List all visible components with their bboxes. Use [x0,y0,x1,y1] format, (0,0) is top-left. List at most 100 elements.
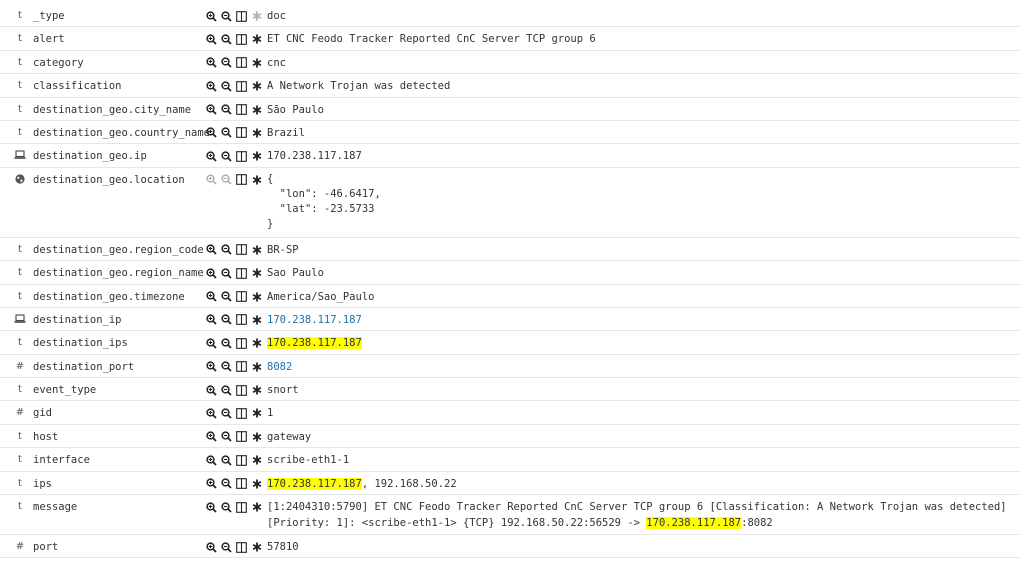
asterisk-icon[interactable] [249,361,264,373]
asterisk-icon[interactable] [249,127,264,139]
magnifier-plus-icon[interactable] [204,104,219,116]
columns-icon[interactable] [234,127,249,139]
columns-icon[interactable] [234,314,249,326]
asterisk-icon[interactable] [249,57,264,69]
magnifier-minus-icon[interactable] [219,174,234,186]
magnifier-plus-icon[interactable] [204,57,219,69]
columns-icon[interactable] [234,33,249,45]
field-row-destination-geo-location: destination_geo.location { "lon": -46.64… [0,168,1020,238]
magnifier-minus-icon[interactable] [219,541,234,553]
magnifier-minus-icon[interactable] [219,291,234,303]
asterisk-icon[interactable] [249,80,264,92]
field-value-text: [1:2404310:5790] ET CNC Feodo Tracker Re… [267,501,1013,530]
magnifier-minus-icon[interactable] [219,407,234,419]
magnifier-plus-icon[interactable] [204,174,219,186]
asterisk-icon[interactable] [249,291,264,303]
magnifier-plus-icon[interactable] [204,150,219,162]
field-row-port: # port 57810 [0,535,1020,559]
field-value-link[interactable]: 170.238.117.187 [267,314,1007,326]
magnifier-plus-icon[interactable] [204,291,219,303]
asterisk-icon[interactable] [249,33,264,45]
magnifier-plus-icon[interactable] [204,454,219,466]
asterisk-icon[interactable] [249,541,264,553]
columns-icon[interactable] [234,150,249,162]
magnifier-plus-icon[interactable] [204,33,219,45]
field-value: { "lon": -46.6417, "lat": -23.5733 } [267,173,381,231]
columns-icon[interactable] [234,501,249,513]
magnifier-minus-icon[interactable] [219,431,234,443]
magnifier-minus-icon[interactable] [219,244,234,256]
magnifier-minus-icon[interactable] [219,104,234,116]
magnifier-plus-icon[interactable] [204,267,219,279]
magnifier-minus-icon[interactable] [219,501,234,513]
columns-icon[interactable] [234,104,249,116]
field-value: 57810 [267,541,299,554]
magnifier-minus-icon[interactable] [219,361,234,373]
field-value-link[interactable]: 8082 [267,361,1007,373]
string-type-icon: t [18,430,22,442]
columns-icon[interactable] [234,407,249,419]
asterisk-icon[interactable] [249,314,264,326]
columns-icon[interactable] [234,384,249,396]
columns-icon[interactable] [234,10,249,22]
magnifier-plus-icon[interactable] [204,431,219,443]
string-type-icon: t [18,384,22,396]
asterisk-icon[interactable] [249,174,264,186]
magnifier-minus-icon[interactable] [219,454,234,466]
magnifier-minus-icon[interactable] [219,10,234,22]
magnifier-plus-icon[interactable] [204,407,219,419]
columns-icon[interactable] [234,244,249,256]
magnifier-minus-icon[interactable] [219,337,234,349]
magnifier-minus-icon[interactable] [219,80,234,92]
magnifier-minus-icon[interactable] [219,150,234,162]
asterisk-icon[interactable] [249,407,264,419]
magnifier-plus-icon[interactable] [204,244,219,256]
asterisk-icon[interactable] [249,337,264,349]
magnifier-minus-icon[interactable] [219,267,234,279]
asterisk-icon[interactable] [249,454,264,466]
columns-icon[interactable] [234,80,249,92]
magnifier-plus-icon[interactable] [204,478,219,490]
string-type-icon: t [18,267,22,279]
magnifier-plus-icon[interactable] [204,314,219,326]
columns-icon[interactable] [234,361,249,373]
columns-icon[interactable] [234,267,249,279]
asterisk-icon[interactable] [249,501,264,513]
columns-icon[interactable] [234,174,249,186]
magnifier-minus-icon[interactable] [219,127,234,139]
magnifier-minus-icon[interactable] [219,33,234,45]
asterisk-icon[interactable] [249,244,264,256]
asterisk-icon[interactable] [249,150,264,162]
field-value: 1 [267,407,274,420]
columns-icon[interactable] [234,454,249,466]
columns-icon[interactable] [234,337,249,349]
magnifier-plus-icon[interactable] [204,384,219,396]
field-row-destination-geo-ip: destination_geo.ip 170.238.117.187 [0,144,1020,168]
field-row-event-type: t event_type snort [0,378,1020,402]
asterisk-icon[interactable] [249,10,264,22]
asterisk-icon[interactable] [249,431,264,443]
laptop-icon [13,150,27,164]
magnifier-minus-icon[interactable] [219,314,234,326]
columns-icon[interactable] [234,478,249,490]
magnifier-plus-icon[interactable] [204,541,219,553]
magnifier-plus-icon[interactable] [204,501,219,513]
magnifier-plus-icon[interactable] [204,361,219,373]
columns-icon[interactable] [234,431,249,443]
magnifier-minus-icon[interactable] [219,57,234,69]
asterisk-icon[interactable] [249,267,264,279]
magnifier-minus-icon[interactable] [219,384,234,396]
asterisk-icon[interactable] [249,384,264,396]
asterisk-icon[interactable] [249,104,264,116]
magnifier-plus-icon[interactable] [204,127,219,139]
magnifier-plus-icon[interactable] [204,337,219,349]
magnifier-minus-icon[interactable] [219,478,234,490]
field-name: destination_geo.country_name [33,126,211,139]
magnifier-plus-icon[interactable] [204,10,219,22]
columns-icon[interactable] [234,291,249,303]
asterisk-icon[interactable] [249,478,264,490]
magnifier-plus-icon[interactable] [204,80,219,92]
columns-icon[interactable] [234,541,249,553]
field-row-message: t message [1:2404310:5790] ET CNC Feodo … [0,495,1020,536]
columns-icon[interactable] [234,57,249,69]
